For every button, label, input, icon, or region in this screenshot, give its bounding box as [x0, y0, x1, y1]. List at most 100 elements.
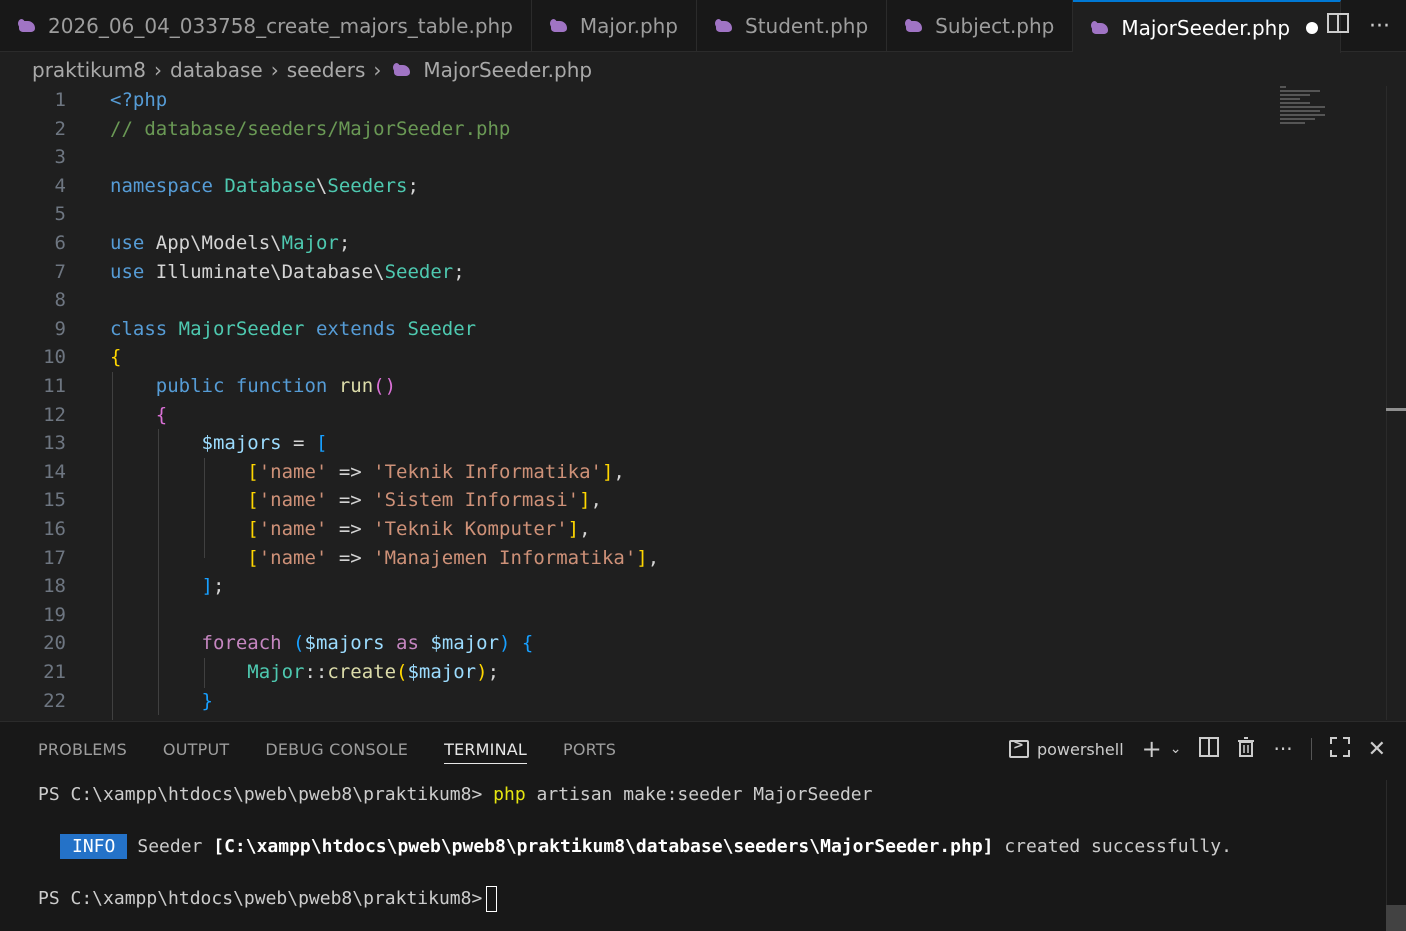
line-number: 10: [43, 346, 66, 369]
breadcrumb-item[interactable]: database: [170, 58, 263, 82]
panel-actions: powershell + ⌄ ··· ✕: [1008, 722, 1386, 776]
breadcrumb-item[interactable]: praktikum8: [32, 58, 146, 82]
line-number: 4: [54, 174, 66, 197]
breadcrumb-item[interactable]: seeders: [287, 58, 366, 82]
tab-subject[interactable]: Subject.php: [887, 0, 1074, 52]
code-line: 3: [0, 143, 1380, 172]
line-number: 12: [43, 403, 66, 426]
code-line: 12 {: [0, 401, 1380, 430]
code-text: <?php: [110, 89, 168, 111]
tab-label: Subject.php: [935, 14, 1055, 38]
tab-label: Student.php: [745, 14, 869, 38]
terminal-line: INFO Seeder [C:\xampp\htdocs\pweb\pweb8\p…: [38, 832, 1232, 862]
terminal-scrollbar-thumb[interactable]: [1386, 905, 1406, 931]
minimap[interactable]: [1280, 86, 1340, 146]
code-line: 7 use Illuminate\Database\Seeder;: [0, 258, 1380, 287]
code-text: Major::create($major);: [247, 661, 500, 683]
line-number: 7: [54, 260, 66, 283]
line-number: 11: [43, 375, 66, 397]
unsaved-dot-icon[interactable]: [1306, 21, 1319, 34]
chevron-right-icon: ›: [270, 58, 279, 82]
terminal-prompt: PS C:\xampp\htdocs\pweb\pweb8\praktikum8…: [38, 888, 483, 909]
info-path: [C:\xampp\htdocs\pweb\pweb8\praktikum8\d…: [213, 836, 994, 857]
tab-ports[interactable]: PORTS: [563, 740, 616, 759]
split-editor-icon[interactable]: [1327, 13, 1350, 39]
php-file-icon: [549, 18, 570, 34]
code-line: 19: [0, 601, 1380, 630]
tab-create-majors-table[interactable]: 2026_06_04_033758_create_majors_table.ph…: [0, 0, 532, 52]
line-number: 22: [43, 689, 66, 712]
chevron-right-icon: ›: [373, 58, 382, 82]
php-file-icon: [18, 18, 38, 34]
code-text: foreach ($majors as $major) {: [201, 632, 534, 655]
trash-icon[interactable]: [1237, 736, 1255, 762]
line-number: 2: [54, 117, 66, 140]
code-text: $majors = [: [201, 432, 328, 455]
code-text: namespace Database\Seeders;: [110, 174, 419, 197]
code-text: use Illuminate\Database\Seeder;: [110, 260, 465, 283]
php-file-icon: [905, 18, 925, 34]
breadcrumb: praktikum8 › database › seeders › MajorS…: [32, 56, 592, 84]
new-terminal-icon[interactable]: +: [1142, 735, 1162, 763]
line-number: 9: [54, 317, 66, 340]
line-number: 8: [54, 289, 66, 312]
code-text: ['name' => 'Manajemen Informatika'],: [247, 546, 660, 569]
tab-major-seeder[interactable]: MajorSeeder.php: [1073, 0, 1342, 53]
tab-major[interactable]: Major.php: [532, 0, 698, 52]
tab-label: 2026_06_04_033758_create_majors_table.ph…: [48, 14, 513, 38]
line-number: 13: [43, 432, 66, 455]
code-line: 16 ['name' => 'Teknik Komputer'],: [0, 515, 1380, 544]
line-number: 6: [54, 232, 66, 254]
code-line: 4 namespace Database\Seeders;: [0, 172, 1380, 201]
line-number: 16: [43, 518, 66, 540]
editor-scrollbar[interactable]: [1386, 86, 1406, 720]
terminal-selector[interactable]: powershell: [1008, 738, 1124, 759]
code-line: 18 ];: [0, 572, 1380, 601]
code-line: 14 ['name' => 'Teknik Informatika'],: [0, 458, 1380, 487]
code-line: 15 ['name' => 'Sistem Informasi'],: [0, 486, 1380, 515]
tab-student[interactable]: Student.php: [697, 0, 888, 52]
command-args: artisan make:seeder MajorSeeder: [536, 784, 873, 805]
tab-debug-console[interactable]: DEBUG CONSOLE: [265, 740, 408, 759]
tab-label: Major.php: [579, 14, 679, 38]
close-panel-icon[interactable]: ✕: [1368, 737, 1386, 762]
code-text: class MajorSeeder extends Seeder: [110, 317, 477, 340]
split-terminal-icon[interactable]: [1199, 736, 1220, 762]
line-number: 15: [43, 489, 66, 512]
php-file-icon: [715, 18, 735, 34]
tab-problems[interactable]: PROBLEMS: [38, 740, 127, 759]
tab-output[interactable]: OUTPUT: [163, 740, 229, 759]
terminal-line: PS C:\xampp\htdocs\pweb\pweb8\praktikum8…: [38, 884, 498, 914]
code-text: ];: [201, 575, 225, 598]
php-file-icon: [1091, 20, 1111, 36]
code-editor[interactable]: 1 <?php 2 // database/seeders/MajorSeeder.…: [0, 86, 1386, 720]
code-text: ['name' => 'Teknik Informatika'],: [247, 460, 625, 483]
info-prefix: Seeder: [137, 836, 203, 857]
tab-terminal[interactable]: TERMINAL: [444, 740, 528, 764]
code-line: 21 Major::create($major);: [0, 658, 1380, 687]
code-line: 13 $majors = [: [0, 429, 1380, 458]
code-line: 9 class MajorSeeder extends Seeder: [0, 315, 1380, 344]
more-actions-icon[interactable]: ···: [1369, 14, 1390, 39]
line-number: 19: [43, 603, 66, 626]
info-suffix: created successfully.: [1004, 836, 1232, 857]
line-number: 18: [43, 575, 66, 598]
chevron-right-icon: ›: [154, 58, 163, 82]
terminal-icon: [1008, 738, 1029, 758]
breadcrumb-item[interactable]: MajorSeeder.php: [423, 58, 592, 82]
terminal-output[interactable]: PS C:\xampp\htdocs\pweb\pweb8\praktikum8…: [38, 780, 1232, 912]
terminal-prompt: PS C:\xampp\htdocs\pweb\pweb8\praktikum8…: [38, 784, 483, 805]
code-line: 17 ['name' => 'Manajemen Informatika'],: [0, 544, 1380, 573]
code-line: 1 <?php: [0, 86, 1380, 115]
command-token: php: [493, 784, 526, 805]
code-line: 8: [0, 286, 1380, 315]
line-number: 21: [43, 661, 66, 683]
maximize-panel-icon[interactable]: [1329, 736, 1350, 762]
line-number: 1: [54, 89, 66, 111]
terminal-cursor: [486, 886, 498, 912]
code-text: use App\Models\Major;: [110, 232, 351, 254]
code-text: {: [110, 346, 122, 369]
more-actions-icon[interactable]: ···: [1273, 737, 1292, 761]
line-number: 17: [43, 546, 66, 569]
chevron-down-icon[interactable]: ⌄: [1170, 741, 1182, 757]
